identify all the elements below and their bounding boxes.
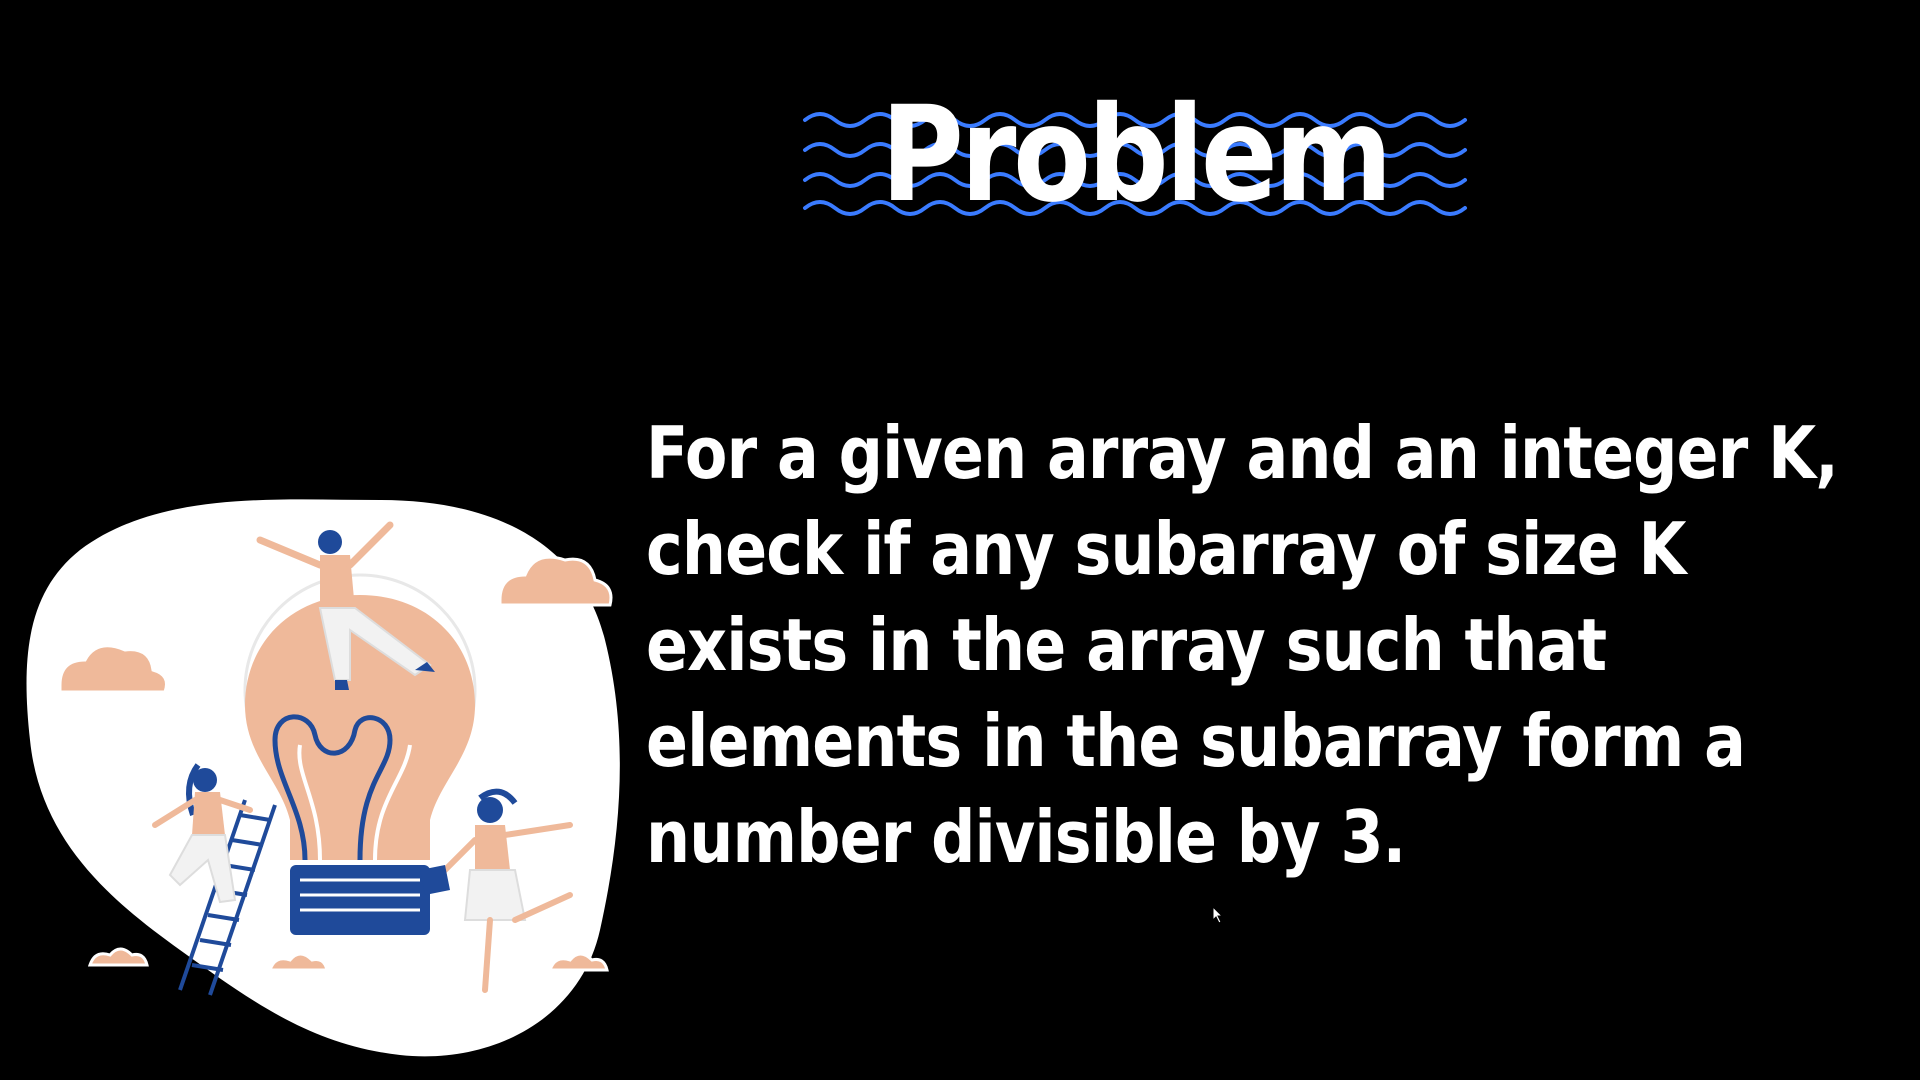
problem-line-1: For a given array and an integer K, (646, 411, 1839, 495)
presentation-slide: Problem For a given array and an integer… (0, 0, 1920, 1080)
problem-line-2: check if any subarray of size K (646, 507, 1687, 591)
mouse-pointer-icon (1212, 906, 1224, 924)
slide-title: Problem (880, 78, 1393, 232)
title-block: Problem (800, 70, 1470, 240)
lightbulb-people-illustration-icon (26, 499, 620, 1057)
problem-line-5: number divisible by 3. (646, 795, 1406, 879)
problem-line-4: elements in the subarray form a (646, 699, 1746, 783)
problem-line-3: exists in the array such that (646, 603, 1607, 687)
problem-statement: For a given array and an integer K, chec… (646, 405, 1839, 885)
